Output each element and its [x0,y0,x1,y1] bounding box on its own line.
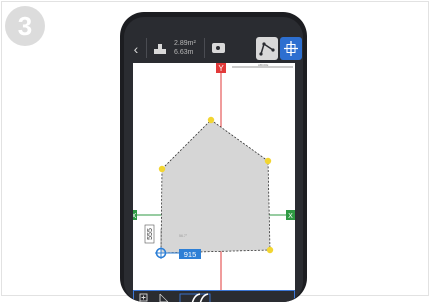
camera-icon[interactable] [212,43,225,53]
polygon-node [207,116,215,124]
measurement-readout: 2.89m² 6.63m [174,39,196,57]
dimension-horizontal-label: 915 [184,250,197,259]
top-toolbar: ‹ 2.89m² 6.63m [124,33,303,64]
perimeter-value: 6.63m [174,49,194,56]
floorplan-svg: Y ABCDE X X 555 56.7° 915 [131,63,295,290]
phone-screen: ‹ 2.89m² 6.63m Y ABCDE X X 555 56.7° 915 [124,17,303,302]
grid-crosshair-button[interactable] [280,37,302,60]
x-axis-label-right: X [288,213,293,220]
grid-crosshair-icon [284,41,298,56]
step-number-badge: 3 [5,6,45,46]
x-axis-label-left: X [133,213,137,220]
node-edit-icon [259,42,275,56]
chevron-left-icon[interactable]: ‹ [128,41,144,57]
room-polygon [160,119,271,254]
top-tag-text: ABCDE [258,63,268,67]
toolbar-divider [204,38,205,58]
polygon-node [158,165,166,173]
dimension-vertical-label: 555 [147,228,154,240]
node-edit-button[interactable] [256,37,278,60]
area-value: 2.89m² [174,40,196,47]
area-measure-icon[interactable] [152,42,168,56]
polygon-node [264,157,272,165]
toolbar-divider [146,38,147,58]
bottom-toolbar [133,290,295,302]
angle-readout: 56.7° [179,234,188,238]
drawing-canvas[interactable]: Y ABCDE X X 555 56.7° 915 [131,63,295,290]
polygon-node [266,246,274,254]
y-axis-label: Y [218,64,224,73]
